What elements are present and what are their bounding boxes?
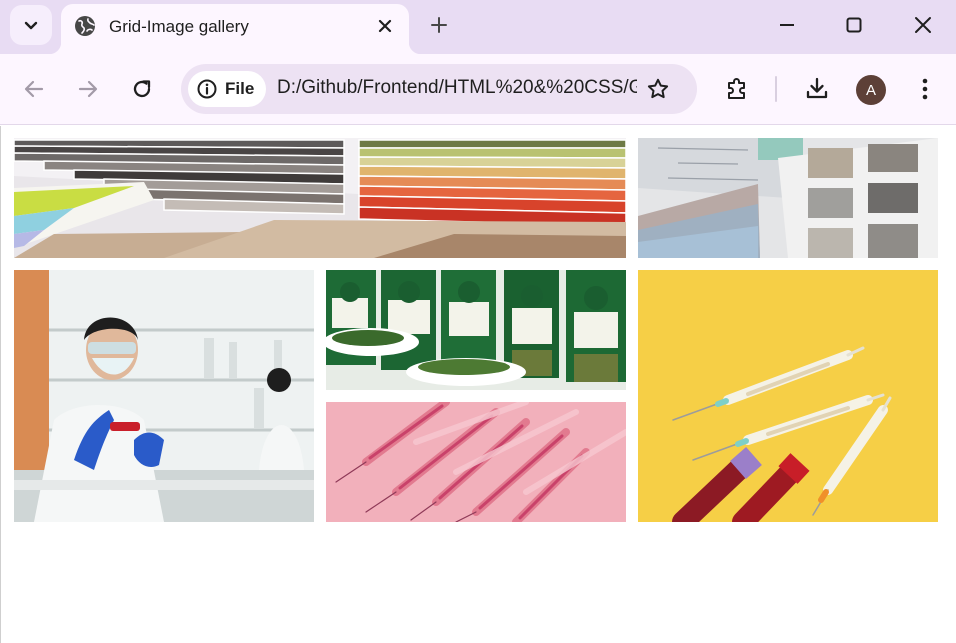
kebab-menu-icon (922, 78, 928, 100)
image-grid (14, 138, 938, 522)
globe-icon (75, 16, 95, 36)
url-text[interactable]: D:/Github/Frontend/HTML%20&%20CSS/Grid-I… (277, 77, 637, 99)
gallery-image-color-swatches (14, 138, 626, 258)
minimize-icon (780, 24, 794, 26)
chevron-down-icon (24, 21, 38, 30)
downloads-button[interactable] (801, 73, 833, 105)
address-bar[interactable]: File D:/Github/Frontend/HTML%20&%20CSS/G… (181, 64, 697, 114)
gallery-image-syringes-yellow (638, 270, 938, 522)
page-viewport (0, 126, 956, 643)
extensions-button[interactable] (721, 73, 753, 105)
download-icon (806, 77, 828, 99)
site-info-chip[interactable]: File (188, 71, 266, 107)
reload-button[interactable] (126, 73, 158, 105)
bookmark-button[interactable] (645, 76, 671, 102)
arrow-right-icon (78, 80, 98, 98)
star-icon (647, 78, 669, 99)
gallery-image-spice-jars (326, 270, 626, 390)
reload-icon (133, 80, 151, 98)
info-icon (197, 79, 217, 99)
toolbar-divider (775, 76, 777, 102)
close-window-icon (915, 17, 931, 33)
tab-search-button[interactable] (10, 5, 52, 45)
forward-button[interactable] (72, 73, 104, 105)
plus-icon (431, 17, 447, 33)
puzzle-icon (728, 78, 745, 99)
gallery-image-lab-scientist (14, 270, 314, 522)
active-tab[interactable]: Grid-Image gallery (49, 4, 421, 54)
profile-avatar[interactable]: A (856, 75, 886, 105)
maximize-icon (846, 17, 862, 33)
minimize-button[interactable] (772, 10, 802, 40)
arrow-left-icon (24, 80, 44, 98)
back-button[interactable] (18, 73, 50, 105)
maximize-button[interactable] (839, 10, 869, 40)
tab-title: Grid-Image gallery (109, 17, 249, 36)
security-chip-label: File (225, 79, 255, 98)
gallery-image-syringes-pink (326, 402, 626, 522)
close-window-button[interactable] (908, 10, 938, 40)
close-icon (378, 19, 392, 33)
tab-strip: Grid-Image gallery (0, 0, 956, 54)
browser-toolbar: File D:/Github/Frontend/HTML%20&%20CSS/G… (0, 54, 956, 125)
new-tab-button[interactable] (426, 12, 452, 38)
browser-menu-button[interactable] (909, 73, 941, 105)
gallery-image-material-samples (638, 138, 938, 258)
browser-window: Grid-Image gallery File D:/Github/Fronte… (0, 0, 956, 643)
close-tab-button[interactable] (375, 16, 395, 36)
